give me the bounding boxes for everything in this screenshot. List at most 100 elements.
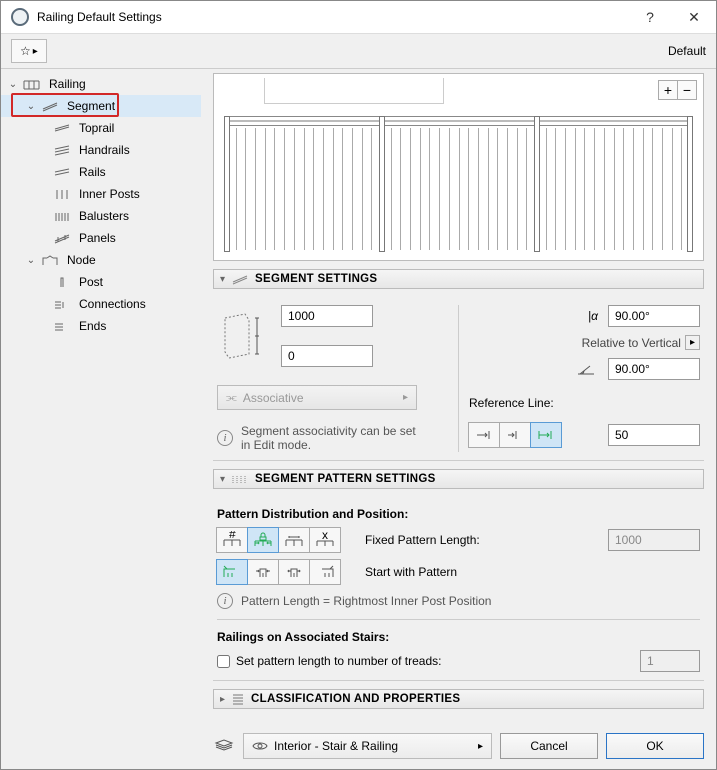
svg-text:x: x bbox=[322, 531, 328, 542]
zoom-out-button[interactable]: − bbox=[677, 80, 697, 100]
connections-icon bbox=[53, 297, 71, 311]
collapse-icon: ▾ bbox=[220, 474, 225, 485]
popup-button[interactable]: ▸ bbox=[685, 335, 700, 350]
inner-posts-icon bbox=[53, 187, 71, 201]
pos-end[interactable] bbox=[309, 559, 341, 585]
tree-label: Ends bbox=[79, 319, 106, 333]
section-title: CLASSIFICATION AND PROPERTIES bbox=[251, 693, 460, 705]
tree-item-connections[interactable]: Connections bbox=[1, 293, 201, 315]
slope-angle-icon bbox=[576, 362, 598, 376]
tree-item-segment[interactable]: ⌄ Segment bbox=[1, 95, 201, 117]
assoc-label: Associative bbox=[243, 391, 304, 405]
position-toggle-group bbox=[217, 559, 341, 585]
close-button[interactable]: ✕ bbox=[672, 2, 716, 32]
refline-option-center[interactable] bbox=[499, 422, 531, 448]
refline-offset-input[interactable] bbox=[608, 424, 700, 446]
tree-item-balusters[interactable]: Balusters bbox=[1, 205, 201, 227]
balusters-icon bbox=[53, 209, 71, 223]
tree-label: Rails bbox=[79, 165, 106, 179]
angle2-input[interactable] bbox=[608, 358, 700, 380]
panels-icon bbox=[53, 231, 71, 245]
expand-icon: ▸ bbox=[220, 694, 225, 705]
hint-text: Pattern Length = Rightmost Inner Post Po… bbox=[241, 594, 491, 608]
zoom-in-button[interactable]: + bbox=[658, 80, 678, 100]
pattern-icon bbox=[231, 473, 249, 485]
chevron-right-icon: ▸ bbox=[478, 741, 483, 752]
angle1-input[interactable] bbox=[608, 305, 700, 327]
pos-center-out[interactable] bbox=[278, 559, 310, 585]
link-icon: ⫘ bbox=[226, 390, 237, 405]
pos-center-in[interactable] bbox=[247, 559, 279, 585]
tree-label: Balusters bbox=[79, 209, 129, 223]
tree-expand-icon[interactable]: ⌄ bbox=[25, 255, 37, 266]
tree-item-node[interactable]: ⌄ Node bbox=[1, 249, 201, 271]
section-title: SEGMENT SETTINGS bbox=[255, 273, 377, 285]
segment-icon bbox=[41, 99, 59, 113]
tree-item-rails[interactable]: Rails bbox=[1, 161, 201, 183]
app-icon bbox=[11, 8, 29, 26]
relative-label: Relative to Vertical bbox=[582, 336, 681, 350]
refline-toggle-group bbox=[469, 422, 562, 448]
associative-button[interactable]: ⫘ Associative ▸ bbox=[217, 385, 417, 410]
info-icon: i bbox=[217, 593, 233, 609]
handrails-icon bbox=[53, 143, 71, 157]
collapse-icon: ▾ bbox=[220, 274, 225, 285]
tree-label: Railing bbox=[49, 77, 86, 91]
treads-checkbox-input[interactable] bbox=[217, 655, 230, 668]
toolbar: ☆ ▸ Default bbox=[1, 33, 716, 69]
dist-divide[interactable]: # bbox=[216, 527, 248, 553]
cancel-button[interactable]: Cancel bbox=[500, 733, 598, 759]
treads-checkbox[interactable]: Set pattern length to number of treads: bbox=[217, 654, 441, 668]
tree-item-post[interactable]: Post bbox=[1, 271, 201, 293]
mode-label: Default bbox=[668, 44, 706, 58]
chevron-right-icon: ▸ bbox=[33, 46, 38, 57]
tree-item-ends[interactable]: Ends bbox=[1, 315, 201, 337]
tree-expand-icon[interactable]: ⌄ bbox=[7, 79, 19, 90]
dist-lock[interactable] bbox=[247, 527, 279, 553]
refline-option-left[interactable] bbox=[468, 422, 500, 448]
dist-label: Pattern Distribution and Position: bbox=[217, 507, 700, 521]
tree-label: Segment bbox=[67, 99, 115, 113]
refline-option-right[interactable] bbox=[530, 422, 562, 448]
dialog-footer: Interior - Stair & Railing ▸ Cancel OK bbox=[213, 725, 704, 759]
window-title: Railing Default Settings bbox=[37, 10, 628, 24]
tree-expand-icon[interactable]: ⌄ bbox=[25, 101, 37, 112]
pos-start[interactable] bbox=[216, 559, 248, 585]
ends-icon bbox=[53, 319, 71, 333]
preview-area: + − bbox=[213, 73, 704, 261]
chevron-right-icon: ▸ bbox=[403, 392, 408, 403]
tree-item-panels[interactable]: Panels bbox=[1, 227, 201, 249]
tree-label: Inner Posts bbox=[79, 187, 140, 201]
dist-x[interactable]: x bbox=[309, 527, 341, 553]
tree-item-railing[interactable]: ⌄ Railing bbox=[1, 73, 201, 95]
post-icon bbox=[53, 275, 71, 289]
rails-icon bbox=[53, 165, 71, 179]
layer-stack-icon bbox=[213, 738, 235, 754]
fixed-len-input bbox=[608, 529, 700, 551]
info-icon: i bbox=[217, 430, 233, 446]
dist-spacing[interactable] bbox=[278, 527, 310, 553]
tree-label: Post bbox=[79, 275, 103, 289]
tree-item-toprail[interactable]: Toprail bbox=[1, 117, 201, 139]
section-title: SEGMENT PATTERN SETTINGS bbox=[255, 473, 436, 485]
tree-label: Connections bbox=[79, 297, 146, 311]
section-pattern-settings[interactable]: ▾ SEGMENT PATTERN SETTINGS bbox=[213, 469, 704, 489]
fixed-len-label: Fixed Pattern Length: bbox=[365, 533, 480, 547]
list-icon bbox=[231, 693, 245, 705]
pattern-length-hint: i Pattern Length = Rightmost Inner Post … bbox=[217, 593, 700, 609]
segment-offset-input[interactable] bbox=[281, 345, 373, 367]
section-classification[interactable]: ▸ CLASSIFICATION AND PROPERTIES bbox=[213, 689, 704, 709]
favorites-button[interactable]: ☆ ▸ bbox=[11, 39, 47, 63]
section-segment-settings[interactable]: ▾ SEGMENT SETTINGS bbox=[213, 269, 704, 289]
tree-item-handrails[interactable]: Handrails bbox=[1, 139, 201, 161]
layer-selector[interactable]: Interior - Stair & Railing ▸ bbox=[243, 733, 492, 759]
height-diagram-icon bbox=[217, 310, 269, 362]
tree-item-inner-posts[interactable]: Inner Posts bbox=[1, 183, 201, 205]
railing-preview bbox=[224, 116, 693, 250]
tree-label: Toprail bbox=[79, 121, 114, 135]
segment-height-input[interactable] bbox=[281, 305, 373, 327]
angle-icon: |α bbox=[588, 309, 598, 323]
ok-button[interactable]: OK bbox=[606, 733, 704, 759]
help-button[interactable]: ? bbox=[628, 2, 672, 32]
node-icon bbox=[41, 253, 59, 267]
